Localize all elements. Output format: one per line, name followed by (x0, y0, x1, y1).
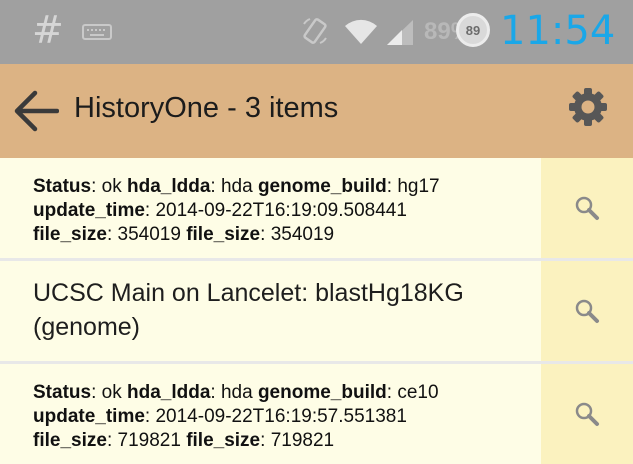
status-value: ok (101, 382, 122, 403)
page-title: HistoryOne - 3 items (74, 92, 339, 124)
file-size-value: 354019 (117, 224, 181, 245)
genome-label: genome_build (257, 382, 387, 403)
keyboard-icon (82, 24, 112, 45)
wifi-icon (344, 18, 378, 51)
battery-icon: 89 (456, 13, 490, 47)
file-size-label: file_size (186, 224, 261, 245)
metadata-line: file_size: 719821 file_size: 719821 (33, 430, 335, 451)
item-name-line: UCSC Main on Lancelet: blastHg18KG (33, 279, 464, 307)
list-item[interactable]: Status: ok hda_ldda: hda genome_build: h… (0, 158, 633, 258)
hda-label: hda_ldda (127, 176, 211, 197)
hda-value: hda (220, 176, 253, 197)
file-size-label: file_size (33, 224, 107, 245)
hda-label: hda_ldda (127, 382, 211, 403)
metadata-line: Status: ok hda_ldda: hda genome_build: h… (33, 176, 440, 197)
search-icon (575, 402, 599, 426)
item-metadata: Status: ok hda_ldda: hda genome_build: h… (33, 175, 533, 247)
screen-rotation-icon (300, 16, 330, 51)
list-item[interactable]: UCSC Main on Lancelet: blastHg18KG (geno… (0, 258, 633, 361)
file-size-value: 719821 (117, 430, 181, 451)
list-item[interactable]: Status: ok hda_ldda: hda genome_build: c… (0, 361, 633, 464)
update-time-label: update_time (33, 406, 145, 427)
gear-icon[interactable] (568, 87, 608, 132)
update-time-label: update_time (33, 200, 145, 221)
metadata-line: Status: ok hda_ldda: hda genome_build: c… (33, 382, 439, 403)
item-name-line: (genome) (33, 313, 140, 341)
file-size-value: 719821 (270, 430, 335, 451)
metadata-line: update_time: 2014-09-22T16:19:09.508441 (33, 200, 407, 221)
genome-label: genome_build (257, 176, 387, 197)
search-icon (575, 196, 599, 220)
search-button[interactable] (541, 261, 633, 361)
status-label: Status (33, 176, 92, 197)
metadata-line: update_time: 2014-09-22T16:19:57.551381 (33, 406, 407, 427)
file-size-label: file_size (186, 430, 261, 451)
search-icon (575, 299, 599, 323)
clock-time: 11:54 (500, 8, 616, 54)
back-arrow-icon[interactable] (13, 90, 60, 137)
update-time-value: 2014-09-22T16:19:09.508441 (155, 200, 407, 221)
search-button[interactable] (541, 158, 633, 258)
genome-value: ce10 (397, 382, 439, 403)
cell-signal-icon (385, 18, 415, 51)
file-size-label: file_size (33, 430, 107, 451)
file-size-value: 354019 (270, 224, 335, 245)
history-item-list: Status: ok hda_ldda: hda genome_build: h… (0, 158, 633, 464)
genome-value: hg17 (397, 176, 440, 197)
notification-hash-icon: # (32, 8, 64, 52)
item-name: UCSC Main on Lancelet: blastHg18KG (geno… (33, 276, 533, 344)
app-bar: HistoryOne - 3 items (0, 64, 633, 158)
metadata-line: file_size: 354019 file_size: 354019 (33, 224, 335, 245)
item-metadata: Status: ok hda_ldda: hda genome_build: c… (33, 381, 533, 453)
status-value: ok (101, 176, 122, 197)
status-label: Status (33, 382, 92, 403)
status-bar: # 89% 89 11:54 (0, 0, 633, 64)
hda-value: hda (220, 382, 253, 403)
update-time-value: 2014-09-22T16:19:57.551381 (155, 406, 407, 427)
search-button[interactable] (541, 364, 633, 464)
